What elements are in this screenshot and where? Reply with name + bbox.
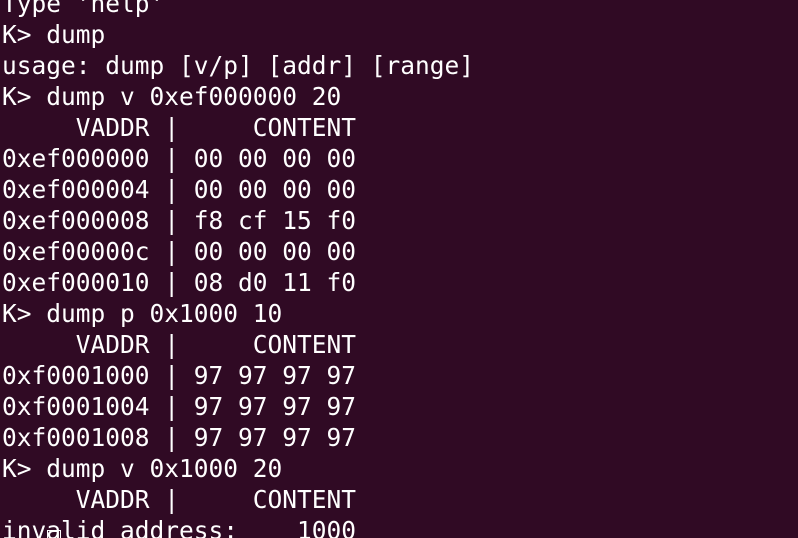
table-row: 0xf0001008 | 97 97 97 97: [2, 423, 357, 452]
table-row: 0xef000010 | 08 d0 11 f0: [2, 268, 357, 297]
table-header: VADDR | CONTENT: [2, 330, 357, 359]
command-line: K> dump v 0x1000 20: [2, 454, 283, 483]
terminal-window[interactable]: Type 'help' K> dump usage: dump [v/p] [a…: [0, 0, 798, 538]
table-row: 0xef00000c | 00 00 00 00: [2, 237, 357, 266]
text-cursor: [47, 530, 61, 538]
error-line: invalid address: 1000: [2, 516, 357, 538]
table-row: 0xf0001004 | 97 97 97 97: [2, 392, 357, 421]
table-row: 0xf0001000 | 97 97 97 97: [2, 361, 357, 390]
command-line: K> dump: [2, 20, 106, 49]
table-header: VADDR | CONTENT: [2, 113, 357, 142]
terminal-line-partial: Type 'help': [2, 0, 165, 18]
terminal-output: Type 'help' K> dump usage: dump [v/p] [a…: [2, 0, 474, 538]
usage-line: usage: dump [v/p] [addr] [range]: [2, 51, 475, 80]
table-row: 0xef000008 | f8 cf 15 f0: [2, 206, 357, 235]
table-header: VADDR | CONTENT: [2, 485, 357, 514]
table-row: 0xef000004 | 00 00 00 00: [2, 175, 357, 204]
table-row: 0xef000000 | 00 00 00 00: [2, 144, 357, 173]
command-line: K> dump p 0x1000 10: [2, 299, 283, 328]
command-line: K> dump v 0xef000000 20: [2, 82, 342, 111]
